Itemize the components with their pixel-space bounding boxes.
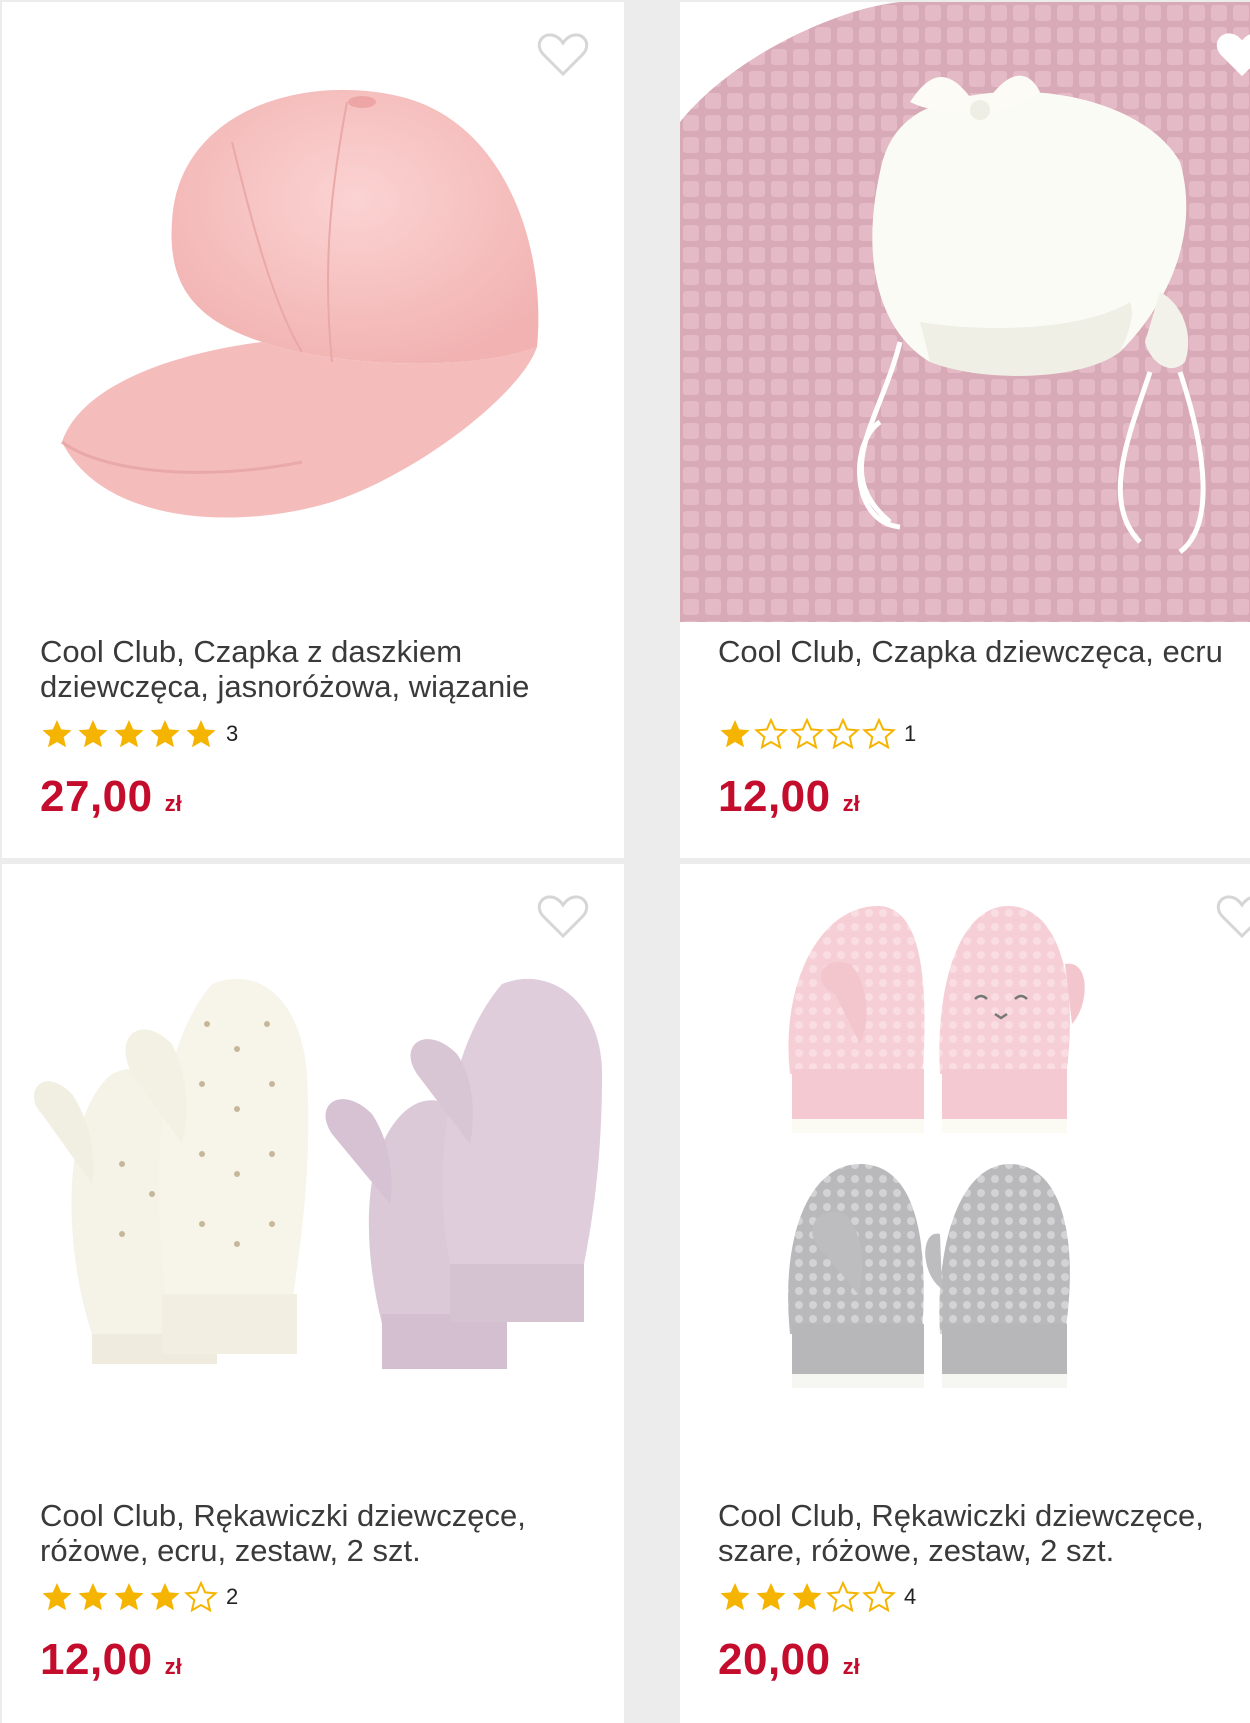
wishlist-heart-icon[interactable] xyxy=(1216,32,1250,78)
price: 12,00 zł xyxy=(40,1635,182,1685)
star-filled-icon xyxy=(720,720,750,748)
product-card[interactable]: Cool Club, Rękawiczki dziewczęce, szare,… xyxy=(680,864,1250,1723)
rating-count: 4 xyxy=(904,1584,917,1609)
product-title[interactable]: Cool Club, Czapka z daszkiem dziewczęca,… xyxy=(40,634,620,704)
star-empty-icon xyxy=(184,1581,218,1613)
product-image[interactable] xyxy=(680,864,1250,1484)
star-filled-icon xyxy=(78,1583,108,1611)
price-amount: 12,00 xyxy=(718,772,831,821)
wishlist-heart-icon[interactable] xyxy=(1216,894,1250,940)
star-filled-icon xyxy=(792,1583,822,1611)
star-filled-icon xyxy=(114,1583,144,1611)
star-empty-icon xyxy=(754,718,788,750)
price-amount: 12,00 xyxy=(40,1635,153,1684)
product-image[interactable] xyxy=(680,2,1250,622)
star-rating-icon xyxy=(40,718,220,750)
star-filled-icon xyxy=(756,1583,786,1611)
rating: 3 xyxy=(40,717,238,751)
mittens-set-grey-pink-image xyxy=(788,905,1085,1388)
rating: 1 xyxy=(718,717,916,751)
star-rating-icon xyxy=(718,1581,898,1613)
price-currency: zł xyxy=(164,791,182,816)
price: 12,00 zł xyxy=(718,772,860,822)
product-card[interactable]: Cool Club, Czapka dziewczęca, ecru 1 12,… xyxy=(680,2,1250,858)
star-filled-icon xyxy=(720,1583,750,1611)
star-rating-icon xyxy=(40,1581,220,1613)
wishlist-heart-icon[interactable] xyxy=(537,32,589,78)
wishlist-heart-icon[interactable] xyxy=(537,894,589,940)
star-rating-icon xyxy=(718,718,898,750)
star-filled-icon xyxy=(78,720,108,748)
star-filled-icon xyxy=(42,720,72,748)
price-amount: 20,00 xyxy=(718,1635,831,1684)
price-amount: 27,00 xyxy=(40,772,153,821)
product-title[interactable]: Cool Club, Rękawiczki dziewczęce, szare,… xyxy=(718,1498,1250,1568)
product-grid: Cool Club, Czapka z daszkiem dziewczęca,… xyxy=(0,0,1250,1723)
star-empty-icon xyxy=(826,718,860,750)
rating-count: 1 xyxy=(904,721,917,746)
rating: 4 xyxy=(718,1580,916,1614)
rating-count: 3 xyxy=(226,721,239,746)
star-empty-icon xyxy=(790,718,824,750)
price-currency: zł xyxy=(842,791,860,816)
product-image[interactable] xyxy=(2,864,624,1484)
star-empty-icon xyxy=(826,1581,860,1613)
star-empty-icon xyxy=(862,1581,896,1613)
product-card[interactable]: Cool Club, Czapka z daszkiem dziewczęca,… xyxy=(2,2,624,858)
star-filled-icon xyxy=(186,720,216,748)
pink-baseball-cap-image xyxy=(61,89,539,518)
rating-count: 2 xyxy=(226,1584,239,1609)
star-filled-icon xyxy=(150,1583,180,1611)
price-currency: zł xyxy=(842,1654,860,1679)
product-title[interactable]: Cool Club, Czapka dziewczęca, ecru xyxy=(718,634,1250,669)
mittens-set-ecru-pink-image xyxy=(33,978,602,1369)
product-image[interactable] xyxy=(2,2,624,622)
star-filled-icon xyxy=(150,720,180,748)
ecru-baby-bonnet-image xyxy=(680,2,1250,622)
price: 27,00 zł xyxy=(40,772,182,822)
star-empty-icon xyxy=(862,718,896,750)
product-card[interactable]: Cool Club, Rękawiczki dziewczęce, różowe… xyxy=(2,864,624,1723)
price-currency: zł xyxy=(164,1654,182,1679)
product-title[interactable]: Cool Club, Rękawiczki dziewczęce, różowe… xyxy=(40,1498,620,1568)
star-filled-icon xyxy=(42,1583,72,1611)
price: 20,00 zł xyxy=(718,1635,860,1685)
star-filled-icon xyxy=(114,720,144,748)
rating: 2 xyxy=(40,1580,238,1614)
